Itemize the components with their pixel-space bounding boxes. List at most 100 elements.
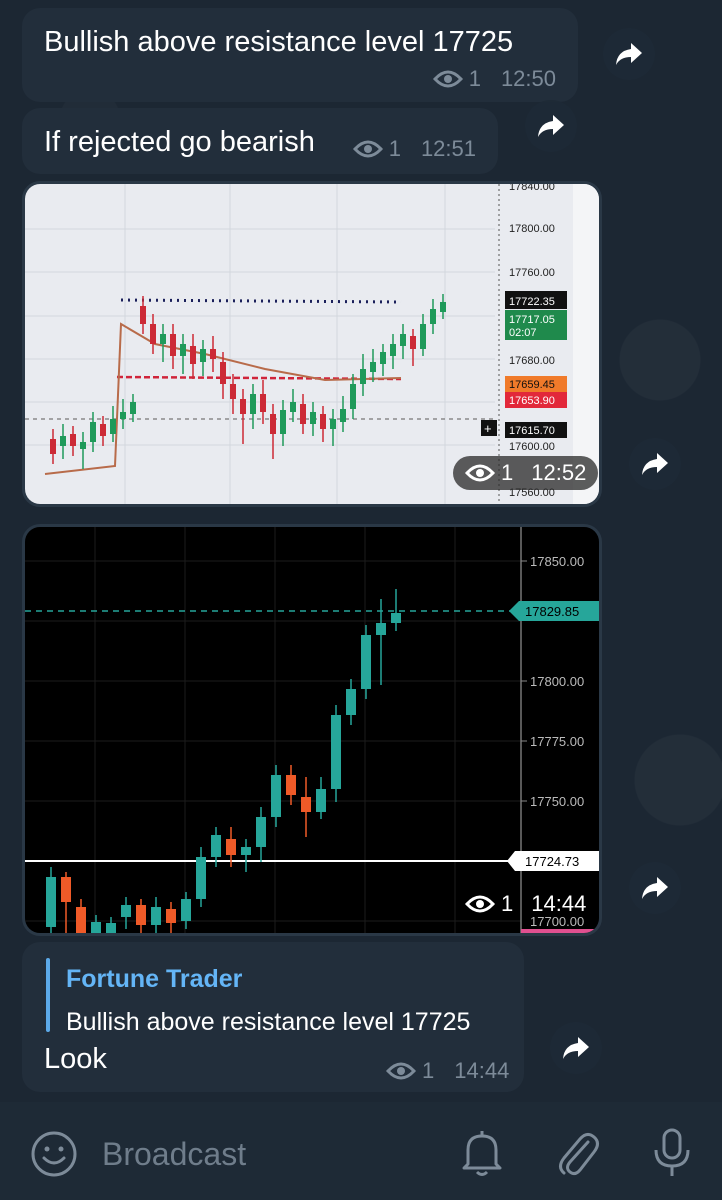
reply-author[interactable]: Fortune Trader [66, 965, 242, 994]
candle-body [310, 412, 316, 424]
chart1-price-tag: 17659.45 [509, 379, 555, 391]
candle-body [260, 394, 266, 412]
candle-body [170, 334, 176, 356]
candle-body [220, 362, 226, 384]
forward-button[interactable] [603, 28, 655, 80]
candle-body [76, 907, 86, 933]
candle-body [61, 877, 71, 902]
candle-body [230, 384, 236, 399]
chart2-price-tag: 17829.85 [525, 604, 579, 619]
chart1-price-label: 17680.00 [509, 355, 555, 367]
message-text: If rejected go bearish [44, 126, 315, 158]
candle-body [440, 302, 446, 312]
svg-text:+: + [484, 421, 492, 436]
eye-icon [465, 464, 495, 482]
chart1-countdown: 02:07 [509, 327, 537, 339]
message-time: 12:52 [531, 460, 587, 485]
candle-body [121, 905, 131, 917]
candle-body [100, 424, 106, 436]
candle-body [151, 907, 161, 925]
forward-button[interactable] [629, 862, 681, 914]
candle-body [120, 412, 126, 419]
candle-body [166, 909, 176, 923]
candle-body [130, 402, 136, 414]
chart2-price-tag: 17724.73 [525, 854, 579, 869]
chart2-price-label: 17850.00 [530, 554, 584, 569]
candle-body [430, 309, 436, 324]
view-count: 1 [501, 460, 514, 485]
candle-body [361, 635, 371, 689]
candle-body [50, 439, 56, 454]
candle-body [331, 715, 341, 789]
candle-body [90, 422, 96, 442]
candle-body [360, 369, 366, 384]
candle-body [160, 334, 166, 344]
candle-body [340, 409, 346, 422]
candle-body [256, 817, 266, 847]
message-text: Look [44, 1043, 107, 1075]
forward-button[interactable] [629, 438, 681, 490]
bell-icon[interactable] [458, 1128, 506, 1178]
message-meta: 1 12:50 [432, 66, 556, 92]
candle-body [320, 414, 326, 429]
candle-body [200, 349, 206, 362]
chart1-price-tag: 17717.05 [509, 314, 555, 326]
broadcast-input-bar: Broadcast [0, 1102, 722, 1200]
chart1-price-tag: 17653.90 [509, 395, 555, 407]
candle-body [400, 334, 406, 346]
reply-text: Bullish above resistance level 17725 [66, 1008, 471, 1036]
message-time: 12:50 [500, 66, 556, 91]
candle-body [180, 344, 186, 356]
chart2-price-label: 17750.00 [530, 794, 584, 809]
emoji-icon[interactable] [30, 1130, 78, 1178]
candle-body [280, 410, 286, 434]
forward-icon [642, 877, 668, 899]
candle-body [350, 384, 356, 409]
candle-body [420, 324, 426, 349]
message-bubble-1[interactable]: Bullish above resistance level 17725 1 1… [22, 8, 578, 102]
chart-photo-2[interactable]: 17850.00 17800.00 17775.00 17750.00 1770… [22, 524, 602, 936]
eye-icon [465, 895, 495, 913]
candle-body [136, 905, 146, 925]
candle-body [300, 404, 306, 424]
message-time: 12:51 [420, 136, 476, 161]
candle-body [190, 346, 196, 364]
candle-body [80, 442, 86, 449]
forward-icon [642, 453, 668, 475]
candle-body [140, 306, 146, 324]
candle-body [330, 419, 336, 429]
view-count: 1 [388, 136, 401, 161]
forward-button[interactable] [550, 1022, 602, 1074]
photo-meta: 1 12:52 [453, 456, 599, 490]
chart2-price-label: 17775.00 [530, 734, 584, 749]
chart1-price-label: 17840.00 [509, 184, 555, 193]
candle-body [106, 923, 116, 933]
candle-body [70, 434, 76, 446]
candle-body [286, 775, 296, 795]
mic-icon[interactable] [650, 1126, 694, 1180]
candle-body [196, 857, 206, 899]
chart-image-2: 17850.00 17800.00 17775.00 17750.00 1770… [25, 527, 599, 933]
candle-body [226, 839, 236, 855]
candle-body [150, 324, 156, 344]
candle-body [301, 797, 311, 812]
candle-body [290, 402, 296, 412]
attach-icon[interactable] [554, 1128, 600, 1178]
message-time: 14:44 [454, 1058, 510, 1083]
eye-icon [352, 140, 383, 158]
candle-body [271, 775, 281, 817]
candle-body [346, 689, 356, 715]
forward-button[interactable] [525, 100, 577, 152]
candle-body [241, 847, 251, 855]
candle-body [250, 394, 256, 414]
candle-body [240, 399, 246, 414]
eye-icon [386, 1062, 416, 1080]
candle-body [46, 877, 56, 927]
message-time: 14:44 [531, 891, 587, 916]
candle-body [316, 789, 326, 812]
message-bubble-2[interactable]: If rejected go bearish 1 12:51 [22, 108, 498, 174]
reply-quote-bar [46, 958, 50, 1032]
photo-meta: 1 14:44 [453, 887, 598, 921]
chart-photo-1[interactable]: 17840.00 17800.00 17760.00 17722.35 1771… [22, 181, 602, 507]
broadcast-input[interactable]: Broadcast [102, 1136, 246, 1173]
